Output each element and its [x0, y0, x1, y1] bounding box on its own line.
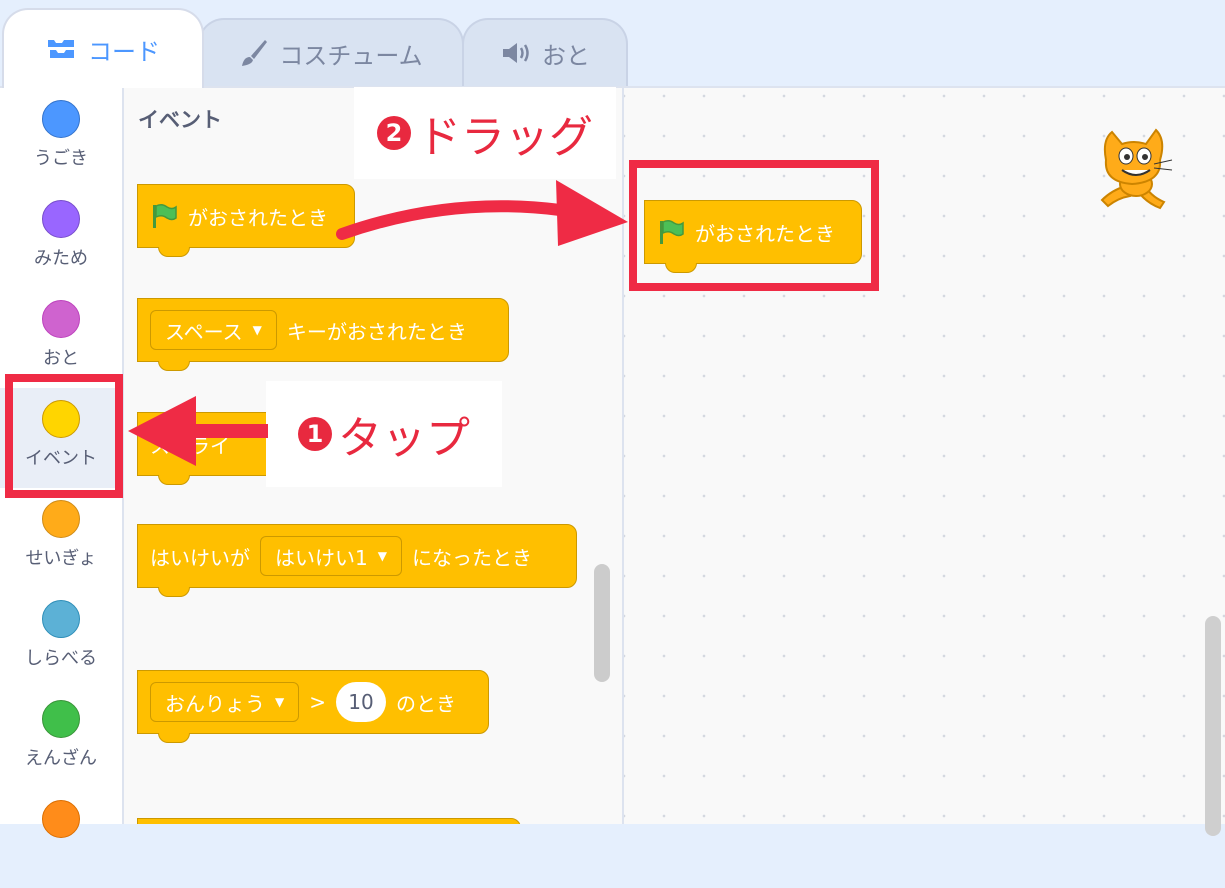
- code-blocks-icon: [48, 40, 74, 58]
- tab-code-label: コード: [88, 37, 160, 66]
- drag-arrow-icon: [336, 180, 628, 246]
- tab-code[interactable]: コード: [2, 8, 204, 88]
